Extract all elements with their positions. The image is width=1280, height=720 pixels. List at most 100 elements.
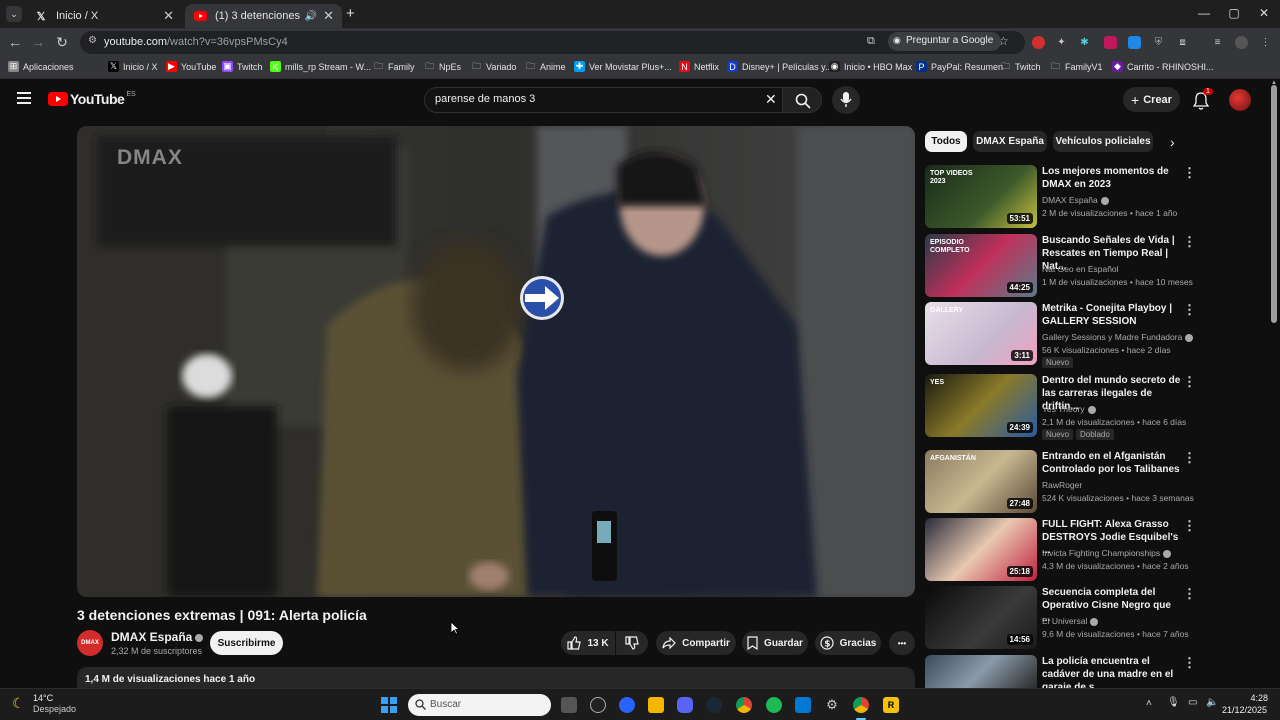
- bookmark-item[interactable]: 🗀 FamilyV1: [1050, 61, 1103, 72]
- minimize-button[interactable]: —: [1189, 6, 1219, 20]
- extension-red-icon[interactable]: [1032, 36, 1045, 49]
- close-window-button[interactable]: ✕: [1249, 6, 1279, 20]
- clock-time[interactable]: 4:28: [1244, 693, 1268, 703]
- speaker-tray-icon[interactable]: 🔈: [1206, 697, 1218, 708]
- thanks-button[interactable]: $ Gracias: [815, 631, 881, 655]
- bookmark-item[interactable]: P PayPal: Resumen: [916, 61, 1003, 72]
- more-actions-button[interactable]: •••: [889, 631, 915, 655]
- display-tray-icon[interactable]: ▭: [1188, 697, 1197, 708]
- create-button[interactable]: + Crear: [1123, 87, 1180, 112]
- maximize-button[interactable]: ▢: [1219, 6, 1249, 20]
- bookmark-item[interactable]: N Netflix: [679, 61, 719, 72]
- extension-badge-icon[interactable]: [1104, 36, 1117, 49]
- chrome-icon[interactable]: [736, 697, 752, 713]
- tab-inicio-x[interactable]: 𝕏 Inicio / X ✕: [26, 4, 182, 28]
- account-avatar[interactable]: [1229, 89, 1251, 111]
- video-thumbnail[interactable]: GALLERY 3:11: [925, 302, 1037, 365]
- bookmark-item[interactable]: 🗀 Variado: [471, 61, 516, 72]
- recommendation-item[interactable]: EPISODIO COMPLETO 44:25 Buscando Señales d…: [925, 234, 1196, 298]
- recommendation-channel[interactable]: Invicta Fighting Championships: [1042, 548, 1172, 558]
- extensions-puzzle-icon[interactable]: ⧈: [1176, 36, 1189, 49]
- weather-widget[interactable]: ☾ 14°C Despejado: [12, 693, 92, 717]
- bookmark-item[interactable]: D Disney+ | Películas y...: [727, 61, 832, 72]
- bookmark-item[interactable]: ◆ Carrito - RHINOSHI...: [1112, 61, 1214, 72]
- back-icon[interactable]: ←: [5, 34, 25, 50]
- recommendation-title[interactable]: Los mejores momentos de DMAX en 2023: [1042, 165, 1182, 191]
- windows-start-icon[interactable]: [381, 697, 397, 713]
- video-thumbnail[interactable]: AFGANISTÁN 27:48: [925, 450, 1037, 513]
- close-tab-icon[interactable]: ✕: [163, 8, 174, 24]
- scroll-up-arrow-icon[interactable]: ▲: [1271, 80, 1277, 86]
- share-button[interactable]: Compartir: [656, 631, 736, 655]
- video-player[interactable]: DMAX: [77, 126, 915, 597]
- subscribe-button[interactable]: Suscribirme: [210, 631, 283, 655]
- photos-icon[interactable]: [795, 697, 811, 713]
- recommendation-title[interactable]: Metrika - Conejita Playboy | GALLERY SES…: [1042, 302, 1182, 328]
- taskbar-search-input[interactable]: Buscar: [408, 694, 551, 716]
- search-button[interactable]: [782, 87, 822, 113]
- video-thumbnail[interactable]: [925, 655, 1037, 688]
- notifications-button[interactable]: 1: [1192, 88, 1213, 110]
- video-thumbnail[interactable]: TOP VIDEOS 2023 53:51: [925, 165, 1037, 228]
- channel-avatar[interactable]: DMAX: [77, 630, 103, 656]
- bookmark-item[interactable]: 𝕏 Inicio / X: [108, 61, 158, 72]
- site-info-icon[interactable]: ⚙: [88, 35, 97, 46]
- youtube-logo[interactable]: YouTube ES: [48, 91, 136, 107]
- save-button[interactable]: Guardar: [742, 631, 808, 655]
- close-tab-icon[interactable]: ✕: [323, 8, 334, 24]
- media-control-icon[interactable]: ≡: [1211, 36, 1224, 49]
- discord-icon[interactable]: [677, 697, 693, 713]
- bookmark-item[interactable]: 🗀 Anime: [525, 61, 566, 72]
- profile-icon[interactable]: [1235, 36, 1248, 49]
- more-vertical-icon[interactable]: ⋮: [1183, 518, 1196, 534]
- like-button[interactable]: 13 K: [561, 631, 615, 655]
- video-thumbnail[interactable]: 14:56: [925, 586, 1037, 649]
- settings-gear-icon[interactable]: ⚙: [824, 697, 840, 713]
- page-scrollbar[interactable]: [1271, 85, 1277, 323]
- cast-icon[interactable]: ⧉: [867, 35, 875, 48]
- extension-pin-icon[interactable]: ✦: [1055, 36, 1068, 49]
- video-thumbnail[interactable]: 25:18: [925, 518, 1037, 581]
- task-view-icon[interactable]: [561, 697, 577, 713]
- chevron-right-icon[interactable]: ›: [1170, 134, 1175, 150]
- more-vertical-icon[interactable]: ⋮: [1183, 374, 1196, 390]
- more-vertical-icon[interactable]: ⋮: [1183, 165, 1196, 181]
- file-explorer-icon[interactable]: [648, 697, 664, 713]
- reload-icon[interactable]: ↻: [52, 34, 72, 51]
- steam-icon[interactable]: [706, 697, 722, 713]
- more-vertical-icon[interactable]: ⋮: [1183, 234, 1196, 250]
- search-input[interactable]: parense de manos 3 ✕: [424, 87, 821, 113]
- hamburger-menu-icon[interactable]: [17, 92, 31, 104]
- recommendation-item[interactable]: 14:56 Secuencia completa del Operativo Ci…: [925, 586, 1196, 650]
- new-tab-button[interactable]: +: [346, 5, 355, 22]
- microphone-tray-icon[interactable]: 🎙: [1167, 697, 1180, 708]
- bookmark-item[interactable]: ▣ Twitch: [222, 61, 263, 72]
- more-vertical-icon[interactable]: ⋮: [1183, 586, 1196, 602]
- tab-youtube-video[interactable]: (1) 3 detenciones extremas 🔊 ✕: [185, 4, 342, 28]
- chip-vehiculos-policiales[interactable]: Vehículos policiales: [1053, 131, 1153, 152]
- recommendation-item[interactable]: 25:18 FULL FIGHT: Alexa Grasso DESTROYS J…: [925, 518, 1196, 582]
- chrome-active-icon[interactable]: [853, 697, 869, 713]
- clock-date[interactable]: 21/12/2025: [1222, 705, 1267, 715]
- recommendation-item[interactable]: YES 24:39 Dentro del mundo secreto de las …: [925, 374, 1196, 440]
- tab-search-button[interactable]: ⌄: [6, 6, 22, 22]
- bookmark-item[interactable]: 🗀 Twitch: [1000, 61, 1041, 72]
- bookmark-item[interactable]: 🗀 NpEs: [424, 61, 461, 72]
- recommendation-channel[interactable]: El Universal: [1042, 616, 1099, 626]
- spotify-icon[interactable]: [766, 697, 782, 713]
- recommendation-channel[interactable]: RawRoger: [1042, 480, 1082, 490]
- speaker-icon[interactable]: 🔊: [305, 11, 317, 22]
- video-thumbnail[interactable]: EPISODIO COMPLETO 44:25: [925, 234, 1037, 297]
- ask-google-button[interactable]: ◉ Preguntar a Google: [888, 32, 1002, 51]
- tray-chevron-up-icon[interactable]: ˄: [1146, 698, 1152, 709]
- video-thumbnail[interactable]: YES 24:39: [925, 374, 1037, 437]
- more-vertical-icon[interactable]: ⋮: [1183, 302, 1196, 318]
- chrome-menu-icon[interactable]: ⋮: [1259, 36, 1272, 49]
- more-vertical-icon[interactable]: ⋮: [1183, 655, 1196, 671]
- recommendation-channel[interactable]: Nat Geo en Español: [1042, 264, 1119, 274]
- app-blue-circle-icon[interactable]: [619, 697, 635, 713]
- recommendation-channel[interactable]: Gallery Sessions y Madre Fundadora: [1042, 332, 1194, 342]
- more-vertical-icon[interactable]: ⋮: [1183, 450, 1196, 466]
- bookmark-item[interactable]: ✚ Ver Movistar Plus+...: [574, 61, 672, 72]
- extension-blue-icon[interactable]: [1128, 36, 1141, 49]
